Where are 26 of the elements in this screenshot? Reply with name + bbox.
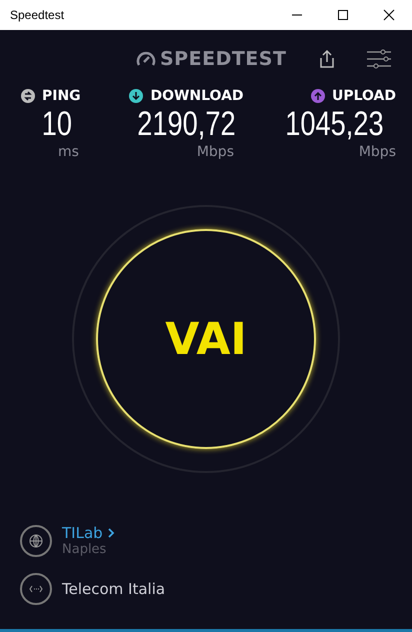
gauge-icon	[136, 50, 156, 68]
metric-label: PING	[42, 88, 81, 104]
metric-value: 10	[42, 104, 72, 144]
metric-unit: Mbps	[196, 144, 234, 160]
chevron-icon	[106, 527, 115, 539]
logo-text: SPEEDTEST	[160, 48, 286, 70]
connection-icon	[20, 573, 52, 605]
metric-value: 2190,72	[136, 104, 236, 144]
sliders-icon	[366, 49, 392, 69]
provider-name: Telecom Italia	[62, 580, 166, 598]
download-icon	[128, 88, 144, 104]
close-icon	[383, 9, 395, 21]
server-link[interactable]: TILab	[62, 524, 115, 542]
window-title: Speedtest	[10, 8, 66, 22]
metric-unit: Mbps	[358, 144, 396, 160]
upload-icon	[310, 88, 326, 104]
metric-label: DOWNLOAD	[150, 88, 244, 104]
metric-label: UPLOAD	[332, 88, 396, 104]
ping-icon	[20, 88, 36, 104]
metric-unit: ms	[58, 144, 79, 160]
metric-value: 1045,23	[285, 104, 384, 144]
share-icon	[318, 49, 336, 69]
server-location: Naples	[62, 542, 108, 557]
maximize-icon	[337, 9, 349, 21]
go-button[interactable]: VAI	[96, 229, 316, 449]
globe-icon	[20, 524, 52, 556]
